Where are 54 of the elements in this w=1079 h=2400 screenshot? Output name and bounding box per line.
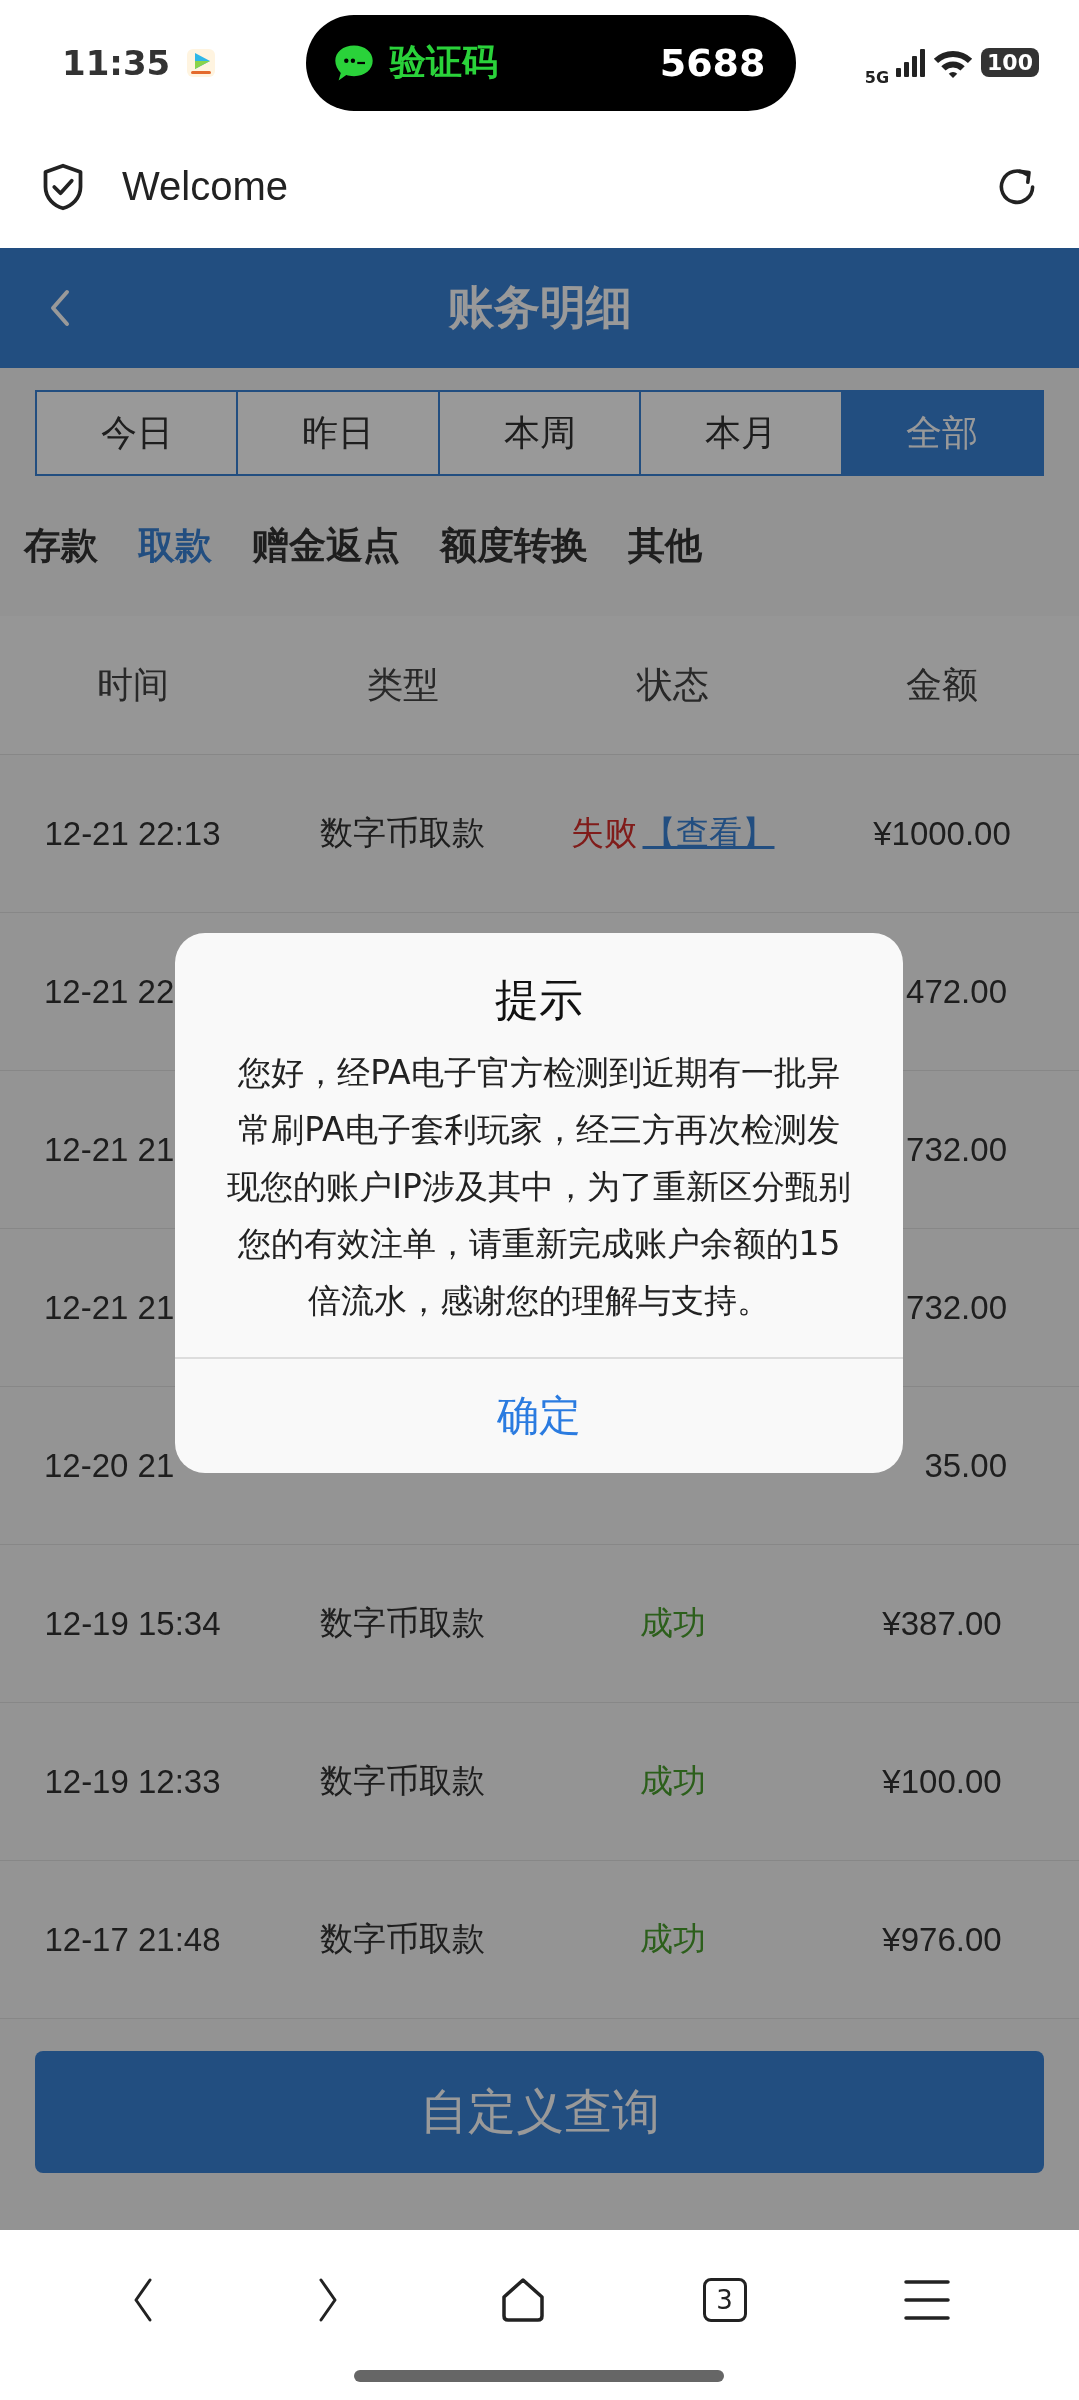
date-tab[interactable]: 本周 (437, 392, 640, 474)
amount-cell: 35.00 (924, 1446, 1007, 1484)
header-title: 账务明细 (447, 279, 632, 336)
play-app-icon (186, 47, 217, 78)
time-cell: 12-19 15:34 (44, 1604, 221, 1642)
time-cell: 12-21 22:13 (44, 814, 221, 852)
notification-pill[interactable]: 验证码 5688 (305, 14, 796, 111)
type-cell: 数字币取款 (320, 1604, 485, 1641)
confirm-button[interactable]: 确定 (175, 1357, 903, 1473)
tabs-button[interactable]: 3 (702, 2278, 747, 2322)
time-cell: 12-21 22 (44, 972, 175, 1010)
time-cell: 12-21 21 (44, 1288, 175, 1326)
category-tab[interactable]: 额度转换 (440, 521, 588, 571)
amount-cell: ¥100.00 (882, 1762, 1002, 1800)
amount-cell: ¥1000.00 (873, 814, 1011, 852)
status-text: 成功 (639, 1919, 706, 1959)
type-cell: 数字币取款 (320, 814, 485, 851)
time-cell: 12-17 21:48 (44, 1920, 221, 1958)
battery-level: 100 (981, 48, 1039, 77)
column-header: 时间 (95, 662, 170, 707)
date-tab[interactable]: 今日 (37, 392, 237, 474)
dialog-message: 您好，经PA电子官方检测到近期有一批异常刷PA电子套利玩家，经三方再次检测发现您的账户IP涉及其中，为了重新区分甄别您的有效注单，请重新完成账户余额的15倍流水，感谢您的理解与支持。 (226, 1052, 852, 1322)
category-tab[interactable]: 其他 (628, 521, 702, 571)
column-header: 状态 (635, 662, 710, 707)
custom-query-button[interactable]: 自定义查询 (35, 2051, 1044, 2173)
amount-cell: 732.00 (906, 1288, 1007, 1326)
type-cell: 数字币取款 (320, 1920, 485, 1957)
amount-cell: ¥387.00 (882, 1604, 1002, 1642)
signal-icon (895, 47, 926, 78)
notification-label: 验证码 (389, 40, 499, 84)
clock-time: 11:35 (62, 42, 171, 83)
amount-cell: 732.00 (906, 1130, 1007, 1168)
verification-code: 5688 (659, 40, 766, 85)
page-title: Welcome (122, 164, 289, 209)
network-type: 5G (864, 68, 890, 87)
column-header: 类型 (365, 662, 440, 707)
status-text: 成功 (639, 1761, 706, 1801)
type-cell: 数字币取款 (320, 1762, 485, 1799)
amount-cell: 472.00 (906, 972, 1007, 1010)
category-tab[interactable]: 赠金返点 (252, 521, 400, 571)
amount-cell: ¥976.00 (882, 1920, 1002, 1958)
dialog-title: 提示 (495, 973, 583, 1027)
category-tab[interactable]: 存款 (24, 521, 98, 571)
time-cell: 12-21 21 (44, 1130, 175, 1168)
date-tab[interactable]: 全部 (840, 392, 1043, 474)
status-text: 失败 (570, 813, 637, 853)
status-text: 成功 (639, 1603, 706, 1643)
time-cell: 12-19 12:33 (44, 1762, 221, 1800)
time-cell: 12-20 21 (44, 1446, 175, 1484)
category-tab[interactable]: 取款 (138, 521, 212, 571)
date-tab[interactable]: 昨日 (236, 392, 438, 474)
view-link[interactable]: 【查看】 (642, 811, 775, 856)
date-tab[interactable]: 本月 (639, 392, 841, 474)
column-header: 金额 (905, 662, 979, 707)
